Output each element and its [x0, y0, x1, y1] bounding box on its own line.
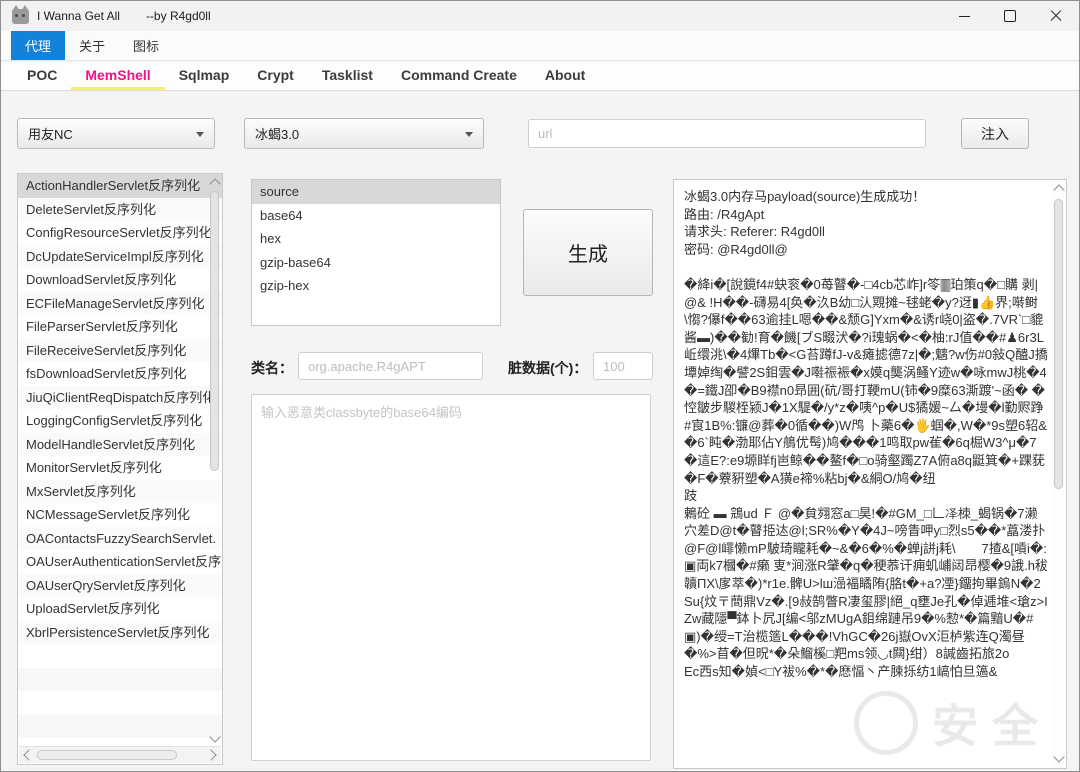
poc-list: ActionHandlerServlet反序列化 DeleteServlet反序列… [18, 174, 222, 762]
tab-tasklist[interactable]: Tasklist [308, 62, 387, 90]
poc-list-item[interactable]: ECFileManageServlet反序列化 [18, 291, 222, 315]
shell-select[interactable]: 冰蝎3.0 [244, 118, 484, 149]
window-title: I Wanna Get All [37, 9, 120, 23]
maximize-icon [1004, 10, 1016, 22]
chevron-down-icon [196, 132, 204, 137]
poc-list-item[interactable]: DownloadServlet反序列化 [18, 268, 222, 292]
menu-item-1[interactable]: 关于 [65, 31, 119, 60]
dirty-data-input[interactable] [593, 352, 653, 380]
poc-list-item[interactable]: OAUserQryServlet反序列化 [18, 573, 222, 597]
encoding-list-panel: source base64 hex gzip-base64 gzip-hex [251, 179, 501, 326]
tab-bar: POC MemShell Sqlmap Crypt Tasklist Command Cr… [1, 62, 1079, 91]
list-stripe [18, 714, 222, 738]
poc-list-item[interactable]: LoggingConfigServlet反序列化 [18, 409, 222, 433]
poc-list-item[interactable]: JiuQiClientReqDispatch反序列化 [18, 385, 222, 409]
class-name-label: 类名： [251, 360, 293, 376]
title-bar: I Wanna Get All --by R4gd0ll [1, 1, 1079, 31]
chevron-down-icon [465, 132, 473, 137]
poc-list-item[interactable]: FileReceiveServlet反序列化 [18, 338, 222, 362]
encoding-list-item[interactable]: hex [252, 227, 500, 251]
tab-memshell[interactable]: MemShell [71, 62, 165, 90]
scroll-down-icon[interactable] [209, 731, 221, 743]
menu-bar: 代理 关于 图标 [1, 31, 1079, 61]
app-cat-icon [12, 4, 29, 24]
scrollbar-thumb[interactable] [1054, 199, 1063, 489]
close-button[interactable] [1033, 1, 1079, 31]
poc-list-item[interactable]: UploadServlet反序列化 [18, 597, 222, 621]
poc-list-item[interactable]: DcUpdateServiceImpl反序列化 [18, 244, 222, 268]
minimize-icon [958, 15, 970, 17]
scroll-down-icon[interactable] [1053, 751, 1065, 763]
memshell-panel: 用友NC 冰蝎3.0 注入 ActionHandlerServlet反序列化De… [1, 91, 1079, 771]
poc-list-item[interactable]: XbrlPersistenceServlet反序列化 [18, 620, 222, 644]
poc-list-horizontal-scrollbar[interactable] [19, 746, 221, 763]
poc-list-item[interactable]: OAUserAuthenticationServlet反序 [18, 550, 222, 574]
poc-list-item[interactable]: ConfigResourceServlet反序列化 [18, 221, 222, 245]
dirty-data-label: 脏数据(个)： [508, 360, 588, 376]
minimize-button[interactable] [941, 1, 987, 31]
encoding-list-item[interactable]: gzip-base64 [252, 251, 500, 275]
window-controls [941, 1, 1079, 31]
encoding-list: source base64 hex gzip-base64 gzip-hex [252, 180, 500, 325]
scrollbar-thumb[interactable] [37, 749, 177, 760]
url-input[interactable] [528, 119, 926, 148]
poc-list-item[interactable]: ActionHandlerServlet反序列化 [18, 174, 222, 198]
output-vertical-scrollbar[interactable] [1052, 181, 1065, 767]
target-select[interactable]: 用友NC [17, 118, 215, 149]
tab-about[interactable]: About [531, 62, 599, 90]
output-panel: 冰蝎3.0内存马payload(source)生成成功！ 路由: /R4gApt… [673, 179, 1067, 769]
list-stripe [18, 644, 222, 668]
poc-list-item[interactable]: MonitorServlet反序列化 [18, 456, 222, 480]
menu-item-2[interactable]: 图标 [119, 31, 173, 60]
generate-button-label: 生成 [568, 244, 608, 266]
tab-crypt[interactable]: Crypt [243, 62, 308, 90]
generate-button[interactable]: 生成 [523, 209, 653, 296]
scroll-left-icon[interactable] [23, 749, 35, 761]
scroll-up-icon[interactable] [209, 178, 221, 190]
class-name-input[interactable] [298, 352, 483, 380]
scrollbar-thumb[interactable] [210, 191, 219, 471]
classbyte-input[interactable] [251, 394, 651, 761]
app-window: I Wanna Get All --by R4gd0ll 代理 关于 图标 POC M… [0, 0, 1080, 772]
poc-list-item[interactable]: OAContactsFuzzySearchServlet. [18, 526, 222, 550]
shell-select-value: 冰蝎3.0 [255, 127, 300, 142]
scroll-up-icon[interactable] [1053, 184, 1065, 196]
inject-button[interactable]: 注入 [961, 118, 1029, 149]
inject-button-label: 注入 [981, 125, 1009, 142]
poc-list-item[interactable]: MxServlet反序列化 [18, 479, 222, 503]
scroll-right-icon[interactable] [205, 749, 217, 761]
list-stripe [18, 691, 222, 715]
list-stripe [18, 667, 222, 691]
close-icon [1050, 10, 1062, 22]
poc-list-item[interactable]: FileParserServlet反序列化 [18, 315, 222, 339]
target-select-value: 用友NC [28, 127, 73, 142]
maximize-button[interactable] [987, 1, 1033, 31]
output-text[interactable]: 冰蝎3.0内存马payload(source)生成成功！ 路由: /R4gApt… [684, 188, 1048, 764]
poc-list-item[interactable]: DeleteServlet反序列化 [18, 197, 222, 221]
encoding-list-item[interactable]: base64 [252, 204, 500, 228]
tab-sqlmap[interactable]: Sqlmap [165, 62, 244, 90]
poc-list-vertical-scrollbar[interactable] [208, 175, 221, 763]
poc-list-panel: ActionHandlerServlet反序列化 DeleteServlet反序列… [17, 173, 223, 765]
tab-poc[interactable]: POC [13, 62, 71, 90]
window-subtitle: --by R4gd0ll [145, 9, 211, 23]
poc-list-item[interactable]: ModelHandleServlet反序列化 [18, 432, 222, 456]
list-stripe [252, 321, 500, 325]
poc-list-item[interactable]: NCMessageServlet反序列化 [18, 503, 222, 527]
encoding-list-item[interactable]: source [252, 180, 500, 204]
menu-item-0[interactable]: 代理 [11, 31, 66, 60]
poc-list-item[interactable]: fsDownloadServlet反序列化 [18, 362, 222, 386]
list-stripe [252, 298, 500, 322]
encoding-list-item[interactable]: gzip-hex [252, 274, 500, 298]
tab-command-create[interactable]: Command Create [387, 62, 531, 90]
